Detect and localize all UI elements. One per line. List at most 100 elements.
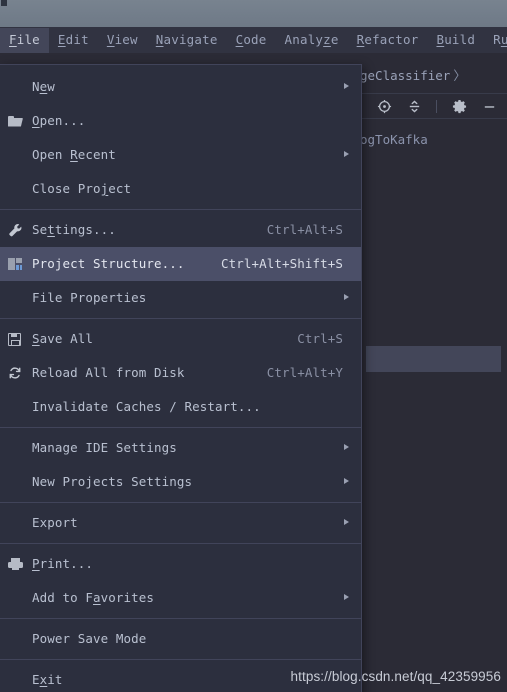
menu-item-label-post: w — [47, 79, 55, 94]
file-dropdown-menu[interactable]: New Open... Open Recent Close Project Settin… — [0, 64, 362, 692]
menu-item-mnemonic: t — [47, 222, 55, 237]
no-icon — [8, 590, 26, 606]
menu-item-power-save-mode[interactable]: Power Save Mode — [0, 622, 361, 656]
wrench-icon — [8, 222, 26, 238]
menu-item-shortcut: Ctrl+Alt+Shift+S — [220, 256, 343, 271]
menubar-item-edit[interactable]: Edit — [49, 28, 98, 53]
hide-icon[interactable] — [481, 98, 497, 114]
no-icon — [8, 474, 26, 490]
menu-separator — [0, 659, 361, 660]
submenu-arrow-icon — [339, 593, 349, 603]
menu-item-new[interactable]: New — [0, 70, 361, 104]
menu-separator — [0, 502, 361, 503]
project-panel-toolbar[interactable] — [360, 93, 507, 119]
menu-item-label-pre: Invalidate Caches / Restart... — [32, 399, 261, 414]
menubar-item-analyze[interactable]: Analyze — [276, 28, 348, 53]
settings-gear-icon[interactable] — [451, 98, 467, 114]
menu-item-open-recent[interactable]: Open Recent — [0, 138, 361, 172]
submenu-arrow-icon — [339, 477, 349, 487]
menubar-item-label: R — [493, 31, 501, 47]
menubar-item-code[interactable]: Code — [227, 28, 276, 53]
menu-item-label-pre: New Projects Settings — [32, 474, 193, 489]
menubar-item-run[interactable]: Run — [484, 28, 507, 53]
menu-item-mnemonic: O — [32, 113, 40, 128]
menubar-item-label-tail: avigate — [163, 31, 218, 47]
menu-item-label: Invalidate Caches / Restart... — [32, 399, 261, 415]
menu-item-label: Save All — [32, 331, 93, 347]
menu-item-label-pre: E — [32, 672, 40, 687]
menu-item-label: Close Project — [32, 181, 131, 197]
window-titlebar — [0, 0, 507, 27]
menu-item-label-pre: File Properties — [32, 290, 147, 305]
menu-item-label-pre: Open — [32, 147, 71, 162]
menu-item-label: Settings... — [32, 222, 116, 238]
menu-item-mnemonic: a — [93, 590, 101, 605]
no-icon — [8, 79, 26, 95]
menu-item-mnemonic: P — [32, 556, 40, 571]
main-menu-bar[interactable]: File Edit View Navigate Code Analyze Refactor B… — [0, 27, 507, 53]
menu-item-label-pre: Se — [32, 222, 48, 237]
menubar-item-navigate[interactable]: Navigate — [147, 28, 227, 53]
menu-item-label-post: it — [47, 672, 63, 687]
menu-item-reload-all-from-disk[interactable]: Reload All from Disk Ctrl+Alt+Y — [0, 356, 361, 390]
menu-item-manage-ide-settings[interactable]: Manage IDE Settings — [0, 431, 361, 465]
menu-item-settings[interactable]: Settings... Ctrl+Alt+S — [0, 213, 361, 247]
submenu-arrow-icon — [339, 150, 349, 160]
no-icon — [8, 181, 26, 197]
no-icon — [8, 290, 26, 306]
menu-item-file-properties[interactable]: File Properties — [0, 281, 361, 315]
breadcrumb: geClassifier 〉 — [360, 68, 466, 84]
menubar-item-build[interactable]: Build — [427, 28, 484, 53]
menubar-item-view[interactable]: View — [98, 28, 147, 53]
menu-separator — [0, 209, 361, 210]
project-tree-node-label[interactable]: ogToKafka — [360, 132, 428, 148]
menu-item-label: File Properties — [32, 290, 146, 306]
menubar-item-mnemonic: N — [155, 31, 164, 47]
ide-window: File Edit View Navigate Code Analyze Refactor B… — [0, 0, 507, 692]
menubar-item-refactor[interactable]: Refactor — [348, 28, 428, 53]
menu-separator — [0, 543, 361, 544]
save-icon — [8, 331, 26, 347]
menubar-item-label-tail: iew — [114, 31, 138, 47]
menu-item-shortcut: Ctrl+S — [297, 331, 343, 346]
menubar-item-mnemonic: E — [57, 31, 66, 47]
menu-item-label-post: vorites — [100, 590, 155, 605]
menu-item-invalidate-caches[interactable]: Invalidate Caches / Restart... — [0, 390, 361, 424]
menu-item-label-pre: N — [32, 79, 40, 94]
menu-item-add-to-favorites[interactable]: Add to Favorites — [0, 581, 361, 615]
menu-item-label-pre: Power Save Mode — [32, 631, 147, 646]
menu-item-open[interactable]: Open... — [0, 104, 361, 138]
menu-item-shortcut: Ctrl+Alt+S — [266, 222, 343, 237]
menu-item-save-all[interactable]: Save All Ctrl+S — [0, 322, 361, 356]
watermark: https://blog.csdn.net/qq_42359956 — [290, 669, 501, 684]
menu-item-label: New Projects Settings — [32, 474, 192, 490]
menubar-item-mnemonic: u — [500, 31, 507, 47]
folder-open-icon — [8, 113, 26, 129]
menu-item-new-projects-settings[interactable]: New Projects Settings — [0, 465, 361, 499]
menu-item-project-structure[interactable]: Project Structure... Ctrl+Alt+Shift+S — [0, 247, 361, 281]
menu-item-print[interactable]: Print... — [0, 547, 361, 581]
menubar-item-label-tail: dit — [65, 31, 89, 47]
menu-item-export[interactable]: Export — [0, 506, 361, 540]
titlebar-corner-nub — [1, 0, 7, 6]
no-icon — [8, 631, 26, 647]
locate-icon[interactable] — [376, 98, 392, 114]
menu-item-label-post: ecent — [77, 147, 116, 162]
menubar-item-label-tail: ile — [16, 31, 40, 47]
menu-item-close-project[interactable]: Close Project — [0, 172, 361, 206]
submenu-arrow-icon — [339, 293, 349, 303]
menu-item-label: Power Save Mode — [32, 631, 146, 647]
no-icon — [8, 515, 26, 531]
menu-item-label-pre: Export — [32, 515, 78, 530]
collapse-all-icon[interactable] — [406, 98, 422, 114]
menu-item-label: New — [32, 79, 55, 95]
project-tree-selected-row[interactable] — [366, 346, 501, 372]
menu-item-label: Open Recent — [32, 147, 116, 163]
menubar-item-label-tail: e — [330, 31, 339, 47]
menu-item-label-pre: Reload All from Disk — [32, 365, 185, 380]
no-icon — [8, 672, 26, 688]
print-icon — [8, 556, 26, 572]
menubar-item-label-tail: ode — [243, 31, 267, 47]
menubar-item-file[interactable]: File — [0, 27, 49, 53]
submenu-arrow-icon — [339, 518, 349, 528]
